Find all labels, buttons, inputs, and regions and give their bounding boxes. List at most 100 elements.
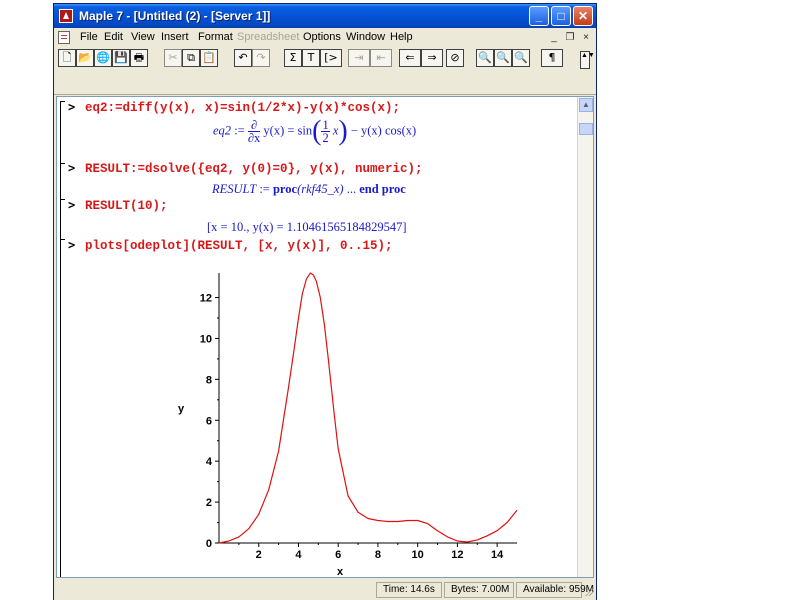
maple-app-icon[interactable] <box>59 9 73 23</box>
out1-rest: − y(x) cos(x) <box>350 123 417 138</box>
status-bar: Time: 14.6s Bytes: 7.00M Available: 959M <box>54 580 596 600</box>
outdent-icon[interactable]: ⇤ <box>370 49 392 67</box>
document-icon[interactable] <box>58 31 70 44</box>
input-prompt: > <box>68 161 76 175</box>
y-axis-label: y <box>178 403 185 415</box>
toolbar-scroll-icon[interactable]: ▲▼ <box>580 51 595 69</box>
input-line-1[interactable]: eq2:=diff(y(x), x)=sin(1/2*x)-y(x)*cos(x… <box>85 101 400 115</box>
y-tick-label: 8 <box>206 374 212 386</box>
title-bar[interactable]: Maple 7 - [Untitled (2) - [Server 1]] _ … <box>54 4 596 28</box>
save-icon[interactable]: 💾 <box>112 49 130 67</box>
maximize-button[interactable]: □ <box>551 6 571 26</box>
context-bar <box>54 73 596 95</box>
out2-dots: ... <box>346 182 357 196</box>
insert-input-icon[interactable]: [> <box>320 49 342 67</box>
text-mode-icon[interactable]: T <box>302 49 320 67</box>
out1-partial-den: ∂x <box>247 131 261 145</box>
y-tick-label: 4 <box>206 456 213 468</box>
out1-half: 1 2 <box>321 119 330 145</box>
menu-bar: File Edit View Insert Format Spreadsheet… <box>54 29 596 47</box>
x-tick-label: 2 <box>256 549 262 561</box>
doc-restore-icon[interactable]: ❐ <box>564 32 576 44</box>
status-time: Time: 14.6s <box>376 582 442 598</box>
menu-view[interactable]: View <box>131 31 155 43</box>
input-line-4[interactable]: plots[odeplot](RESULT, [x, y(x)], 0..15)… <box>85 239 393 253</box>
y-tick-label: 0 <box>206 538 212 550</box>
close-button[interactable]: ✕ <box>573 6 593 26</box>
menu-format[interactable]: Format <box>198 31 233 43</box>
menu-file[interactable]: File <box>80 31 98 43</box>
indent-icon[interactable]: ⇥ <box>348 49 370 67</box>
input-prompt: > <box>68 238 76 252</box>
doc-minimize-icon[interactable]: _ <box>548 32 560 44</box>
x-tick-label: 8 <box>375 549 381 561</box>
menu-help[interactable]: Help <box>390 31 413 43</box>
y-tick-label: 6 <box>206 415 212 427</box>
maple-window: Maple 7 - [Untitled (2) - [Server 1]] _ … <box>53 3 597 600</box>
sum-icon[interactable]: Σ <box>284 49 302 67</box>
back-arrow-icon[interactable]: ⇐ <box>399 49 421 67</box>
redo-icon[interactable]: ↷ <box>252 49 270 67</box>
resize-grip[interactable] <box>584 586 594 596</box>
y-tick-label: 12 <box>200 293 212 305</box>
scroll-thumb[interactable] <box>579 123 593 135</box>
input-line-3[interactable]: RESULT(10); <box>85 199 168 213</box>
x-tick-label: 12 <box>451 549 463 561</box>
y-tick-label: 2 <box>206 497 212 509</box>
input-prompt: > <box>68 100 76 114</box>
cut-icon[interactable]: ✂ <box>164 49 182 67</box>
out2-assign: := <box>259 182 270 196</box>
y-tick-label: 10 <box>200 333 212 345</box>
doc-close-icon[interactable]: × <box>580 32 592 44</box>
menu-window[interactable]: Window <box>346 31 385 43</box>
zoom-large-icon[interactable]: 🔍 <box>512 49 530 67</box>
out1-derivative: ∂ ∂x <box>247 119 261 145</box>
output-2: RESULT := proc(rkf45_x) ... end proc <box>212 182 406 197</box>
out2-lhs: RESULT <box>212 182 257 196</box>
execution-group-bracket[interactable] <box>60 199 65 239</box>
stop-icon[interactable]: ⊘ <box>446 49 464 67</box>
menu-options[interactable]: Options <box>303 31 341 43</box>
out1-yx-sin: y(x) = sin <box>263 123 313 138</box>
input-prompt: > <box>68 198 76 212</box>
zoom-small-icon[interactable]: 🔍 <box>476 49 494 67</box>
out1-frac-den: 2 <box>322 131 329 145</box>
x-tick-label: 4 <box>295 549 302 561</box>
menu-edit[interactable]: Edit <box>104 31 123 43</box>
scroll-up-icon[interactable]: ▲ <box>579 98 593 112</box>
odeplot-chart[interactable]: 2 4 6 8 10 12 14 0 2 4 6 8 10 12 x y <box>147 265 527 575</box>
menu-insert[interactable]: Insert <box>161 31 189 43</box>
paste-icon[interactable]: 📋 <box>200 49 218 67</box>
out2-proc: proc <box>272 182 298 196</box>
execution-group-bracket[interactable] <box>60 101 65 163</box>
series-line <box>218 272 518 544</box>
minimize-button[interactable]: _ <box>529 6 549 26</box>
status-available: Available: 959M <box>516 582 594 598</box>
out2-end: end proc <box>359 182 406 196</box>
print-icon[interactable]: 🖶 <box>130 49 148 67</box>
out2-arg: (rkf45_x) <box>297 182 344 196</box>
x-tick-label: 10 <box>412 549 424 561</box>
undo-icon[interactable]: ↶ <box>234 49 252 67</box>
open-folder-icon[interactable]: 📂 <box>76 49 94 67</box>
out1-assign: := <box>234 123 245 138</box>
vertical-scrollbar[interactable]: ▲ <box>577 97 593 577</box>
window-title: Maple 7 - [Untitled (2) - [Server 1]] <box>79 9 271 23</box>
x-axis-label: x <box>337 566 344 575</box>
execution-group-bracket[interactable] <box>60 239 65 577</box>
pilcrow-icon[interactable]: ¶ <box>541 49 563 67</box>
worksheet-area[interactable]: > eq2:=diff(y(x), x)=sin(1/2*x)-y(x)*cos… <box>56 96 594 578</box>
toolbar: 🗋 📂 🌐 💾 🖶 ✂ ⧉ 📋 ↶ ↷ Σ T [> ⇥ ⇤ ⇐ ⇒ ⊘ 🔍 🔍… <box>54 47 596 73</box>
execution-group-bracket[interactable] <box>60 163 65 199</box>
x-tick-label: 14 <box>491 549 504 561</box>
status-bytes: Bytes: 7.00M <box>444 582 514 598</box>
open-url-icon[interactable]: 🌐 <box>94 49 112 67</box>
zoom-medium-icon[interactable]: 🔍 <box>494 49 512 67</box>
out1-lhs: eq2 <box>213 123 232 138</box>
menu-spreadsheet[interactable]: Spreadsheet <box>237 31 299 43</box>
x-tick-label: 6 <box>335 549 341 561</box>
forward-arrow-icon[interactable]: ⇒ <box>421 49 443 67</box>
copy-icon[interactable]: ⧉ <box>182 49 200 67</box>
input-line-2[interactable]: RESULT:=dsolve({eq2, y(0)=0}, y(x), nume… <box>85 162 423 176</box>
new-document-icon[interactable]: 🗋 <box>58 49 76 67</box>
